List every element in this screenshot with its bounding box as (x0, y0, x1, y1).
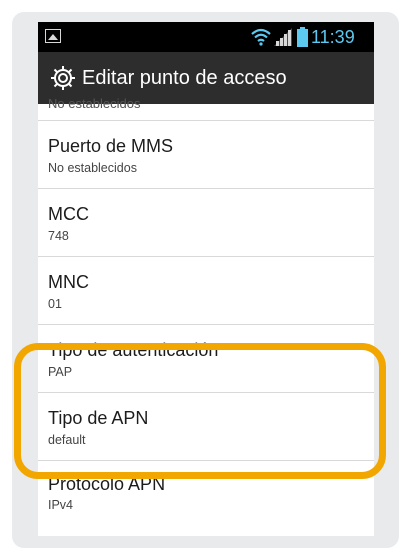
battery-icon (297, 27, 308, 47)
signal-icon (274, 28, 292, 46)
list-item-summary: 01 (48, 297, 62, 311)
list-item-title: Puerto de MMS (48, 136, 174, 156)
list-item-protocolo-apn[interactable]: Protocolo APN IPv4 (38, 460, 374, 528)
clipped-summary: No establecidos (48, 96, 141, 111)
wifi-icon (251, 28, 271, 46)
list-item-summary: PAP (48, 365, 73, 379)
status-time: 11:39 (311, 27, 355, 47)
list-item-summary: default (48, 433, 86, 447)
list-item-summary: 748 (48, 229, 69, 243)
list-item-tipo-autenticacion[interactable]: Tipo de autenticación PAP (38, 324, 374, 392)
list-item-title: MNC (48, 272, 89, 292)
list-item-mnc[interactable]: MNC 01 (38, 256, 374, 324)
list-item-title: Tipo de APN (48, 408, 149, 428)
phone-screen: 11:39 Editar punto de acceso No establec… (38, 22, 374, 536)
gear-icon[interactable] (50, 65, 76, 91)
list-item-summary: IPv4 (48, 498, 74, 512)
list-item-summary: No establecidos (48, 161, 137, 175)
gallery-icon (45, 29, 61, 43)
list-item-mcc[interactable]: MCC 748 (38, 188, 374, 256)
list-item-tipo-apn[interactable]: Tipo de APN default (38, 392, 374, 460)
list-item-title: MCC (48, 204, 89, 224)
status-bar: 11:39 (38, 22, 374, 52)
list-item-puerto-mms[interactable]: Puerto de MMS No establecidos (38, 120, 374, 188)
page-title: Editar punto de acceso (82, 67, 287, 89)
list-item-title: Tipo de autenticación (48, 340, 219, 360)
list-item-title: Protocolo APN (48, 474, 166, 494)
